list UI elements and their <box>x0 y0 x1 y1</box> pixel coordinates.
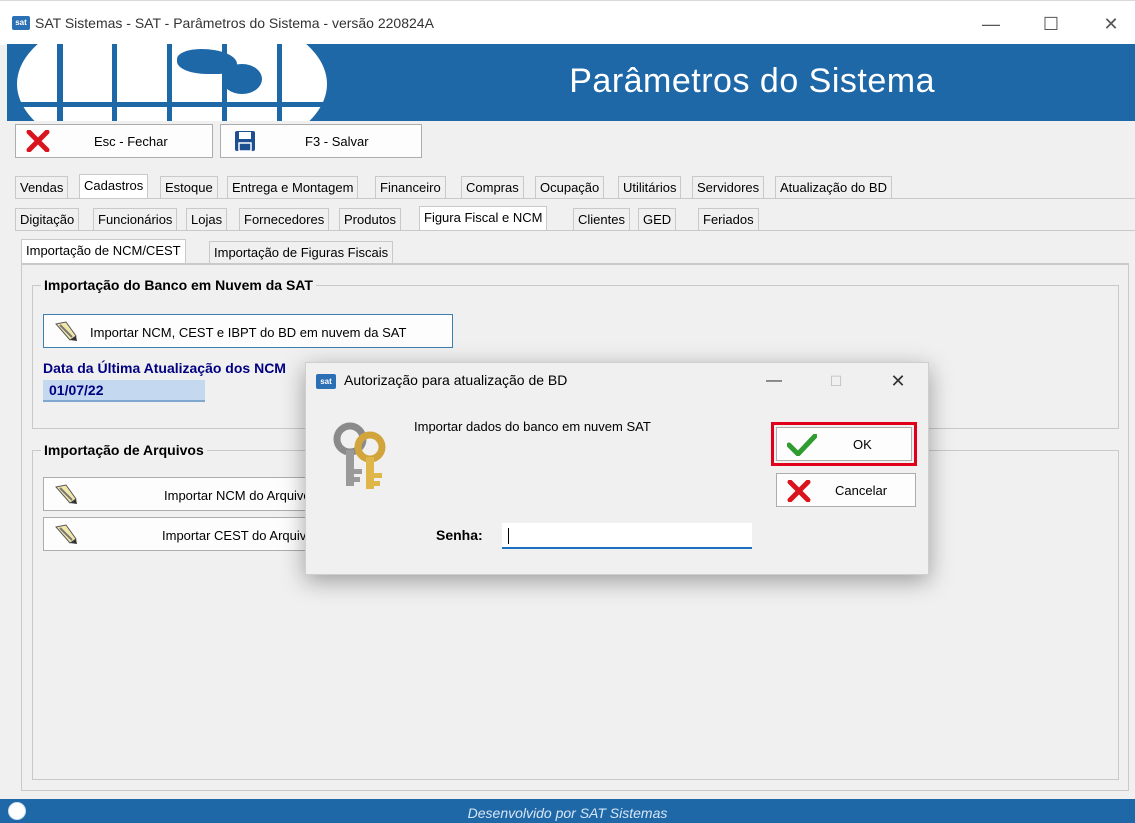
dialog-maximize-button[interactable]: ☐ <box>816 366 856 396</box>
tab-utilitarios[interactable]: Utilitários <box>618 176 682 198</box>
ok-button[interactable]: OK <box>776 427 912 461</box>
globe-logo-icon <box>17 44 327 121</box>
tab-figura-fiscal-e-ncm[interactable]: Figura Fiscal e NCM <box>419 206 548 230</box>
cancel-button-label: Cancelar <box>835 483 888 498</box>
last-update-label: Data da Última Atualização dos NCM <box>43 360 286 376</box>
tab-lojas[interactable]: Lojas <box>186 208 228 230</box>
dialog-close-button[interactable]: ✕ <box>876 366 920 396</box>
floppy-disk-icon <box>235 131 255 152</box>
import-ncm-file-button-label: Importar NCM do Arquivo <box>164 488 311 503</box>
files-import-group-title: Importação de Arquivos <box>41 442 207 458</box>
save-button-label: F3 - Salvar <box>305 134 369 149</box>
tab-cadastros[interactable]: Cadastros <box>79 174 149 198</box>
cloud-import-group-title: Importação do Banco em Nuvem da SAT <box>41 277 316 293</box>
tab-ged[interactable]: GED <box>638 208 677 230</box>
dialog-minimize-button[interactable]: — <box>754 366 794 396</box>
import-cloud-button-label: Importar NCM, CEST e IBPT do BD em nuvem… <box>90 325 407 340</box>
close-window-button[interactable]: ✕ <box>1088 9 1134 39</box>
red-x-icon <box>26 130 50 152</box>
cancel-button[interactable]: Cancelar <box>776 473 916 507</box>
dialog-message: Importar dados do banco em nuvem SAT <box>414 419 651 434</box>
dialog-title: Autorização para atualização de BD <box>344 372 568 388</box>
maximize-button[interactable]: ☐ <box>1028 9 1074 39</box>
password-input[interactable] <box>502 523 752 549</box>
tab-estoque[interactable]: Estoque <box>160 176 218 198</box>
import-cloud-button[interactable]: Importar NCM, CEST e IBPT do BD em nuvem… <box>43 314 453 348</box>
window-title: SAT Sistemas - SAT - Parâmetros do Siste… <box>35 15 434 31</box>
password-label: Senha: <box>436 527 483 543</box>
tab-produtos[interactable]: Produtos <box>339 208 402 230</box>
close-button[interactable]: Esc - Fechar <box>15 124 213 158</box>
pen-nib-icon <box>55 321 77 341</box>
tab-importacao-figuras-fiscais[interactable]: Importação de Figuras Fiscais <box>209 241 394 263</box>
app-icon: sat <box>12 16 30 30</box>
tab-digitacao[interactable]: Digitação <box>15 208 80 230</box>
minimize-button[interactable]: — <box>968 9 1014 39</box>
main-window: sat SAT Sistemas - SAT - Parâmetros do S… <box>0 0 1135 823</box>
pen-nib-icon <box>55 524 77 544</box>
tab-importacao-ncm-cest[interactable]: Importação de NCM/CEST <box>21 239 186 263</box>
title-bar: sat SAT Sistemas - SAT - Parâmetros do S… <box>0 0 1135 45</box>
close-button-label: Esc - Fechar <box>94 134 168 149</box>
import-cest-file-button-label: Importar CEST do Arquivo <box>162 528 314 543</box>
tab-funcionarios[interactable]: Funcionários <box>93 208 178 230</box>
authorization-dialog: sat Autorização para atualização de BD —… <box>305 362 929 575</box>
keys-icon <box>333 422 386 489</box>
tab-feriados[interactable]: Feriados <box>698 208 759 230</box>
ok-button-label: OK <box>853 437 872 452</box>
tab-servidores[interactable]: Servidores <box>692 176 765 198</box>
pen-nib-icon <box>55 484 77 504</box>
tab-compras[interactable]: Compras <box>461 176 524 198</box>
header-banner: Parâmetros do Sistema <box>7 44 1135 121</box>
tab-fornecedores[interactable]: Fornecedores <box>239 208 330 230</box>
tab-financeiro[interactable]: Financeiro <box>375 176 446 198</box>
dialog-app-icon: sat <box>316 374 336 389</box>
tab-entrega-e-montagem[interactable]: Entrega e Montagem <box>227 176 359 198</box>
banner-title: Parâmetros do Sistema <box>569 62 935 100</box>
status-text: Desenvolvido por SAT Sistemas <box>467 805 668 821</box>
tab-atualizacao-do-bd[interactable]: Atualização do BD <box>775 176 892 198</box>
last-update-date-field: 01/07/22 <box>43 380 205 402</box>
status-bar: Desenvolvido por SAT Sistemas <box>0 799 1135 823</box>
tab-clientes[interactable]: Clientes <box>573 208 630 230</box>
text-cursor <box>508 528 509 544</box>
tab-ocupacao[interactable]: Ocupação <box>535 176 605 198</box>
green-check-icon <box>787 434 817 456</box>
save-button[interactable]: F3 - Salvar <box>220 124 422 158</box>
red-x-icon <box>787 480 811 502</box>
tab-vendas[interactable]: Vendas <box>15 176 69 198</box>
